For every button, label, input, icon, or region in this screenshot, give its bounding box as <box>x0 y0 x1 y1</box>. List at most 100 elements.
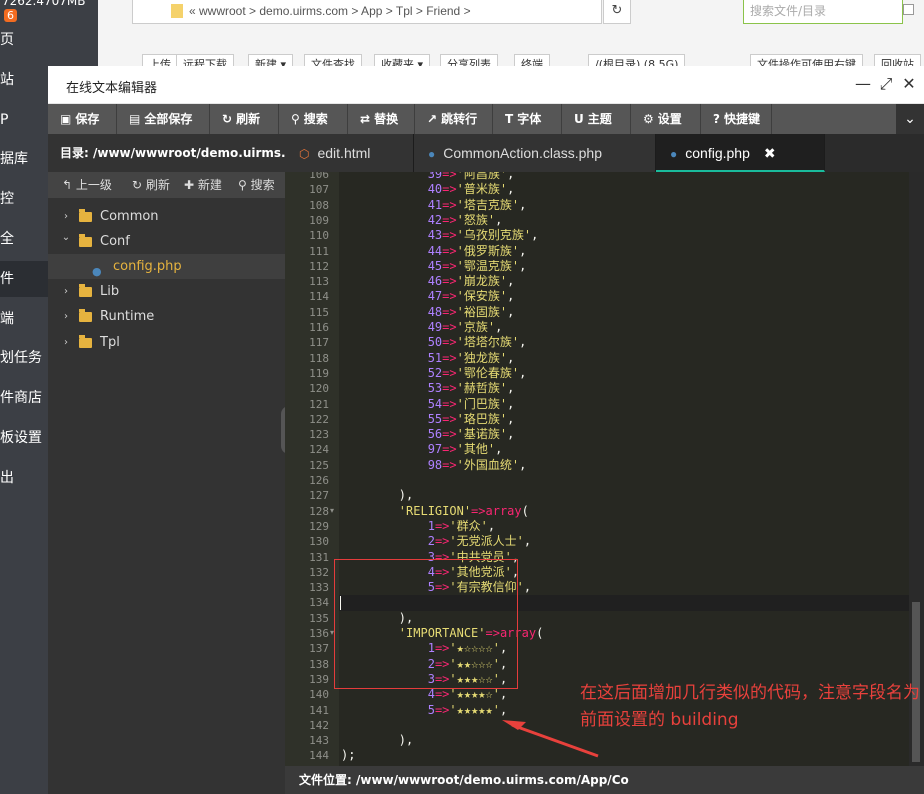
line-number: 124 <box>309 443 329 457</box>
current-directory: 目录: /www/wwwroot/demo.uirms.c... <box>48 134 285 172</box>
tree-item-label: Tpl <box>100 335 120 350</box>
line-number: 139 <box>309 672 329 686</box>
tree-folder-item[interactable]: › Common <box>48 204 285 229</box>
path-breadcrumb[interactable]: « wwwroot > demo.uirms.com > App > Tpl >… <box>132 0 602 24</box>
fold-arrow-icon[interactable]: ▾ <box>330 506 334 515</box>
toolbar-goto-line-button[interactable]: ↗ 跳转行 <box>415 104 493 134</box>
up-icon: ↰ <box>62 178 76 192</box>
code-line: 55=>'珞巴族', <box>341 411 515 427</box>
array-value: '保安族' <box>456 289 508 304</box>
nav-item-label: 板设置 <box>0 430 42 446</box>
sidebar-refresh-button[interactable]: ↻ 刷新 <box>132 172 170 198</box>
arrow-operator: => <box>442 335 457 350</box>
array-value: '怒族' <box>456 212 496 227</box>
file-location-status: 文件位置: /www/wwwroot/demo.uirms.com/App/Co <box>285 766 924 794</box>
php-icon: ● <box>670 147 678 161</box>
tree-folder-item[interactable]: › Runtime <box>48 304 285 329</box>
file-search-input[interactable]: 搜索文件/目录 <box>743 0 903 24</box>
sidebar-plus-button[interactable]: ✚ 新建 <box>184 172 222 198</box>
sidebar-up-button[interactable]: ↰ 上一级 <box>62 172 112 198</box>
code-line: ); <box>341 748 355 763</box>
array-value: '★★★★☆' <box>449 687 500 702</box>
array-value: '★★★★★' <box>449 702 500 717</box>
toolbar-help-button[interactable]: ? 快捷键 <box>701 104 772 134</box>
array-index: 97 <box>427 442 443 457</box>
toolbar-font-button[interactable]: T 字体 <box>493 104 562 134</box>
tree-file-item[interactable]: ● config.php <box>48 254 285 279</box>
tree-item-label: Runtime <box>100 309 155 324</box>
tab-label: edit.html <box>317 145 371 161</box>
nav-item-label: 件 <box>0 270 14 287</box>
line-number: 122 <box>309 412 329 426</box>
toolbar-gear-button[interactable]: ⚙ 设置 <box>631 104 701 134</box>
chevron-right-icon[interactable]: › <box>60 304 72 329</box>
minimize-button[interactable]: — <box>854 75 872 93</box>
tree-item-label: Lib <box>100 284 120 299</box>
toolbar-search-button[interactable]: ⚲ 搜索 <box>279 104 348 134</box>
nav-item[interactable]: 页 <box>0 22 98 58</box>
window-title: 在线文本编辑器 <box>66 81 158 96</box>
toolbar-replace-button[interactable]: ⇄ 替换 <box>348 104 415 134</box>
array-value: '裕固族' <box>456 304 508 319</box>
tree-folder-item[interactable]: › Tpl <box>48 330 285 355</box>
array-value: '珞巴族' <box>456 411 508 426</box>
code-line: 40=>'普米族', <box>341 182 515 197</box>
toolbar-save-all-button[interactable]: ▤ 全部保存 <box>117 104 210 134</box>
arrow-operator: => <box>442 289 457 304</box>
chevron-down-icon[interactable]: ⌄ <box>896 104 924 134</box>
array-index: 2 <box>427 534 435 549</box>
close-window-button[interactable]: ✕ <box>900 75 918 93</box>
save-icon: ▣ <box>60 112 72 126</box>
line-number: 106 <box>309 172 329 181</box>
code-line: 1=>'群众', <box>341 519 495 534</box>
tab-config-php[interactable]: ● config.php ✖ <box>656 134 825 172</box>
arrow-operator: => <box>434 702 450 717</box>
line-number: 120 <box>309 382 329 396</box>
nav-item-label: 端 <box>0 310 14 327</box>
toolbar-theme-button[interactable]: U 主题 <box>562 104 631 134</box>
tree-folder-item[interactable]: ⌄ Conf <box>48 229 285 254</box>
goto-line-icon: ↗ <box>427 112 438 126</box>
chevron-right-icon[interactable]: › <box>60 279 72 304</box>
sidebar-search-button[interactable]: ⚲ 搜索 <box>238 172 275 198</box>
line-number: 109 <box>309 213 329 227</box>
comma: , <box>507 411 515 426</box>
array-index: 53 <box>427 381 443 396</box>
tab-close-button[interactable]: ✖ <box>764 145 776 161</box>
tab-edit-html[interactable]: ⬡ edit.html <box>285 134 414 172</box>
code-line: 'RELIGION'=>array( <box>341 504 529 519</box>
tab-commonaction-class-php[interactable]: ● CommonAction.class.php <box>414 134 656 172</box>
notification-badge[interactable]: 6 <box>4 9 17 22</box>
chevron-right-icon[interactable]: › <box>60 330 72 355</box>
array-index: 49 <box>427 320 443 334</box>
chevron-down-icon[interactable]: ⌄ <box>60 225 72 250</box>
search-subdir-checkbox[interactable] <box>903 4 914 15</box>
maximize-button[interactable]: ⤢ <box>877 75 895 93</box>
line-number: 115 <box>309 305 329 319</box>
code-line: ), <box>341 733 413 748</box>
nav-item-label: P <box>0 111 9 128</box>
tree-folder-item[interactable]: › Lib <box>48 279 285 304</box>
refresh-icon[interactable]: ↻ <box>603 0 631 24</box>
array-keyword: array <box>485 503 522 518</box>
arrow-operator: => <box>442 304 457 319</box>
comma: , <box>507 172 515 181</box>
toolbar-refresh-button[interactable]: ↻ 刷新 <box>210 104 279 134</box>
window-titlebar: 在线文本编辑器 — ⤢ ✕ <box>48 66 924 104</box>
array-value: '阿昌族' <box>456 172 508 181</box>
array-value: '门巴族' <box>456 396 508 411</box>
array-index: 44 <box>427 243 443 258</box>
array-index: 48 <box>427 304 443 319</box>
comma: , <box>519 457 527 472</box>
toolbar-save-button[interactable]: ▣ 保存 <box>48 104 117 134</box>
toolbar-label: 主题 <box>587 112 612 126</box>
folder-icon <box>79 209 92 222</box>
memory-text: 7262.4707MB <box>2 0 86 8</box>
